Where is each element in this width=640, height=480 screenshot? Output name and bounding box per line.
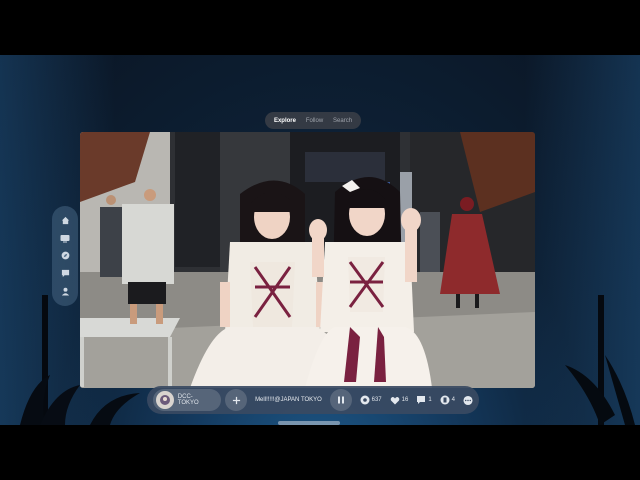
follow-button[interactable] (225, 389, 248, 411)
more-button[interactable] (463, 395, 473, 405)
letterbox-top (0, 0, 640, 55)
comment-icon (416, 395, 426, 405)
gift-count-value: 4 (451, 397, 455, 403)
plus-icon (232, 396, 240, 404)
left-sidebar (52, 206, 78, 306)
channel-name: DCC-TOKYO (177, 394, 199, 406)
pause-button[interactable] (329, 389, 352, 411)
tab-search[interactable]: Search (329, 116, 356, 126)
tab-explore[interactable]: Explore (270, 116, 300, 126)
heart-icon (390, 395, 400, 405)
compass-icon[interactable] (59, 250, 71, 262)
letterbox-bottom (0, 425, 640, 480)
comment-count[interactable]: 1 (416, 395, 432, 405)
like-count-value: 16 (401, 397, 409, 403)
home-icon[interactable] (59, 215, 71, 227)
tv-icon[interactable] (59, 232, 71, 244)
gift-count[interactable]: 4 (440, 395, 455, 405)
channel-avatar[interactable] (156, 391, 174, 409)
viewer-count-value: 637 (371, 397, 382, 403)
more-icon (463, 395, 473, 405)
top-tab-bar: Explore Follow Search (265, 112, 361, 129)
stream-title: Mell!!!!!@JAPAN TOKYO (255, 397, 322, 403)
live-video-frame[interactable] (80, 132, 535, 388)
tab-follow[interactable]: Follow (302, 116, 327, 126)
pause-icon (337, 396, 344, 404)
viewer-count: 637 (360, 395, 382, 405)
plant-silhouette-right (565, 355, 635, 425)
gift-icon (440, 395, 450, 405)
channel-pill[interactable]: DCC-TOKYO (153, 389, 222, 411)
comment-count-value: 1 (428, 397, 432, 403)
chat-icon[interactable] (59, 268, 71, 280)
eye-icon (360, 395, 370, 405)
video-scene (80, 132, 535, 388)
user-icon[interactable] (59, 285, 71, 297)
like-count[interactable]: 16 (390, 395, 409, 405)
player-control-bar: DCC-TOKYO Mell!!!!!@JAPAN TOKYO 637 16 1… (147, 386, 479, 414)
